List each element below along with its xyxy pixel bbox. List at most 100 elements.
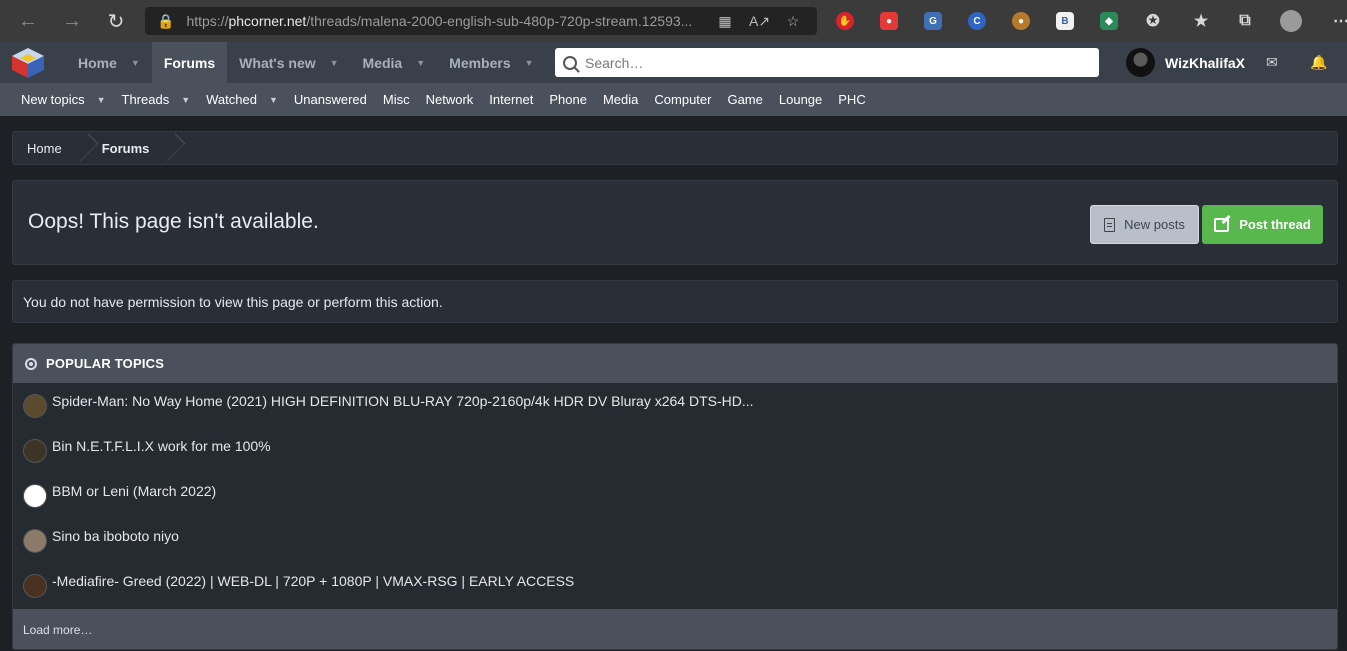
- chevron-down-icon[interactable]: ▼: [416, 58, 425, 68]
- extension-icon[interactable]: ●: [880, 12, 898, 30]
- more-icon[interactable]: ⋯: [1332, 12, 1347, 30]
- sub-nav-item-phc[interactable]: PHC: [830, 92, 873, 107]
- reload-icon[interactable]: ↻: [98, 3, 134, 39]
- site-logo[interactable]: [10, 46, 46, 80]
- nav-item-home[interactable]: Home ▼: [66, 42, 152, 83]
- nav-item-members[interactable]: Members ▼: [437, 42, 545, 83]
- sub-nav-item-new-topics[interactable]: New topics ▼: [13, 92, 114, 107]
- chevron-down-icon[interactable]: ▼: [131, 58, 140, 68]
- chevron-down-icon[interactable]: ▼: [269, 95, 278, 105]
- breadcrumb-home[interactable]: Home: [13, 132, 78, 164]
- sub-nav-item-phone[interactable]: Phone: [541, 92, 595, 107]
- avatar[interactable]: [23, 394, 47, 418]
- search-input[interactable]: [585, 54, 1065, 71]
- back-icon[interactable]: ←: [10, 3, 46, 39]
- sub-nav-item-threads[interactable]: Threads ▼: [114, 92, 199, 107]
- bell-icon[interactable]: 🔔: [1310, 54, 1327, 71]
- chevron-down-icon[interactable]: ▼: [330, 58, 339, 68]
- avatar[interactable]: [23, 439, 47, 463]
- extension-icon[interactable]: ◆: [1100, 12, 1118, 30]
- chevron-down-icon[interactable]: ▼: [525, 58, 534, 68]
- nav-item-media[interactable]: Media ▼: [351, 42, 438, 83]
- topic-title[interactable]: Bin N.E.T.F.L.I.X work for me 100%: [52, 438, 271, 454]
- nav-item-label: Forums: [163, 54, 216, 71]
- sub-nav-item-media[interactable]: Media: [595, 92, 646, 107]
- fire-icon: [25, 357, 37, 370]
- collections-icon[interactable]: ⧉: [1236, 12, 1254, 30]
- sub-nav-item-label: PHC: [838, 92, 866, 107]
- sub-nav-item-label: Internet: [489, 92, 534, 107]
- topic-title[interactable]: -Mediafire- Greed (2022) | WEB-DL | 720P…: [52, 573, 574, 589]
- popular-topics-widget: POPULAR TOPICS Spider-Man: No Way Home (…: [12, 343, 1338, 650]
- sub-nav-item-unanswered[interactable]: Unanswered: [286, 92, 375, 107]
- sub-nav-item-label: Watched: [206, 92, 257, 107]
- topic-title[interactable]: Sino ba iboboto niyo: [52, 528, 179, 544]
- nav-item-label: Media: [362, 54, 403, 71]
- sub-nav-item-game[interactable]: Game: [719, 92, 770, 107]
- list-item[interactable]: Bin N.E.T.F.L.I.X work for me 100%: [13, 428, 1337, 473]
- sub-nav-item-label: Misc: [382, 92, 410, 107]
- site-header: Home ▼ Forums What's new ▼ Media ▼ Members ▼ Wiz…: [0, 42, 1347, 83]
- list-item[interactable]: -Mediafire- Greed (2022) | WEB-DL | 720P…: [13, 563, 1337, 608]
- apps-icon[interactable]: ▦: [715, 13, 735, 30]
- search-bar[interactable]: [555, 48, 1099, 77]
- sub-nav-item-internet[interactable]: Internet: [481, 92, 541, 107]
- new-posts-button[interactable]: New posts: [1090, 205, 1199, 244]
- sub-nav-item-computer[interactable]: Computer: [646, 92, 719, 107]
- chevron-down-icon[interactable]: ▼: [181, 95, 190, 105]
- main-nav: Home ▼ Forums What's new ▼ Media ▼ Members ▼: [66, 42, 546, 83]
- profile-icon[interactable]: [1280, 10, 1302, 32]
- breadcrumb: Home Forums: [12, 131, 1338, 165]
- sub-nav-item-label: Lounge: [778, 92, 823, 107]
- envelope-icon[interactable]: ✉: [1266, 54, 1278, 71]
- sub-nav-item-watched[interactable]: Watched ▼: [198, 92, 286, 107]
- lock-icon: 🔒: [157, 12, 175, 29]
- topic-title[interactable]: Spider-Man: No Way Home (2021) HIGH DEFI…: [52, 393, 754, 409]
- breadcrumb-forums[interactable]: Forums: [88, 132, 166, 164]
- page-content: Home Forums Oops! This page isn't availa…: [0, 116, 1347, 651]
- sub-nav-item-label: Game: [727, 92, 763, 107]
- extension-icon[interactable]: C: [968, 12, 986, 30]
- avatar[interactable]: [23, 529, 47, 553]
- cookie-icon[interactable]: ●: [1012, 12, 1030, 30]
- user-menu[interactable]: WizKhalifaX: [1126, 48, 1245, 77]
- avatar[interactable]: [23, 484, 47, 508]
- list-item[interactable]: BBM or Leni (March 2022): [13, 473, 1337, 518]
- sub-nav-item-label: Unanswered: [293, 92, 367, 107]
- username[interactable]: WizKhalifaX: [1165, 55, 1245, 71]
- post-thread-label: Post thread: [1239, 217, 1311, 232]
- avatar[interactable]: [23, 574, 47, 598]
- popular-topics-header: POPULAR TOPICS: [13, 344, 1337, 383]
- sub-nav: New topics ▼ Threads ▼ Watched ▼ Unanswered Mis…: [0, 83, 1347, 116]
- topic-title[interactable]: BBM or Leni (March 2022): [52, 483, 216, 499]
- sub-nav-item-misc[interactable]: Misc: [375, 92, 418, 107]
- translate-icon[interactable]: G: [924, 12, 942, 30]
- nav-item-label: What's new: [239, 54, 316, 71]
- avatar[interactable]: [1126, 48, 1155, 77]
- list-item[interactable]: Sino ba iboboto niyo: [13, 518, 1337, 563]
- extension-icon[interactable]: B: [1056, 12, 1074, 30]
- sub-nav-item-label: Threads: [121, 92, 170, 107]
- chevron-down-icon[interactable]: ▼: [97, 95, 106, 105]
- favorite-add-icon[interactable]: ☆: [783, 13, 803, 30]
- load-more-button[interactable]: Load more…: [13, 609, 1337, 649]
- list-item[interactable]: Spider-Man: No Way Home (2021) HIGH DEFI…: [13, 383, 1337, 428]
- sub-nav-item-label: Network: [425, 92, 474, 107]
- extensions-puzzle-icon[interactable]: ✪: [1144, 12, 1162, 30]
- read-aloud-icon[interactable]: A↗: [749, 13, 770, 30]
- breadcrumb-separator: [165, 131, 175, 165]
- nav-item-forums[interactable]: Forums: [151, 42, 228, 83]
- new-posts-label: New posts: [1124, 217, 1185, 232]
- url-host: phcorner.net: [228, 13, 307, 29]
- permission-notice: You do not have permission to view this …: [12, 280, 1338, 323]
- popular-topics-heading: POPULAR TOPICS: [46, 356, 165, 371]
- post-thread-button[interactable]: Post thread: [1202, 205, 1323, 244]
- forward-icon[interactable]: →: [54, 3, 90, 39]
- page-title-block: Oops! This page isn't available. New pos…: [12, 180, 1338, 265]
- favorites-icon[interactable]: ★: [1192, 12, 1210, 30]
- topic-list: Spider-Man: No Way Home (2021) HIGH DEFI…: [13, 383, 1337, 608]
- nav-item-what-s-new[interactable]: What's new ▼: [227, 42, 350, 83]
- sub-nav-item-network[interactable]: Network: [418, 92, 482, 107]
- sub-nav-item-lounge[interactable]: Lounge: [771, 92, 830, 107]
- extension-icon[interactable]: ✋: [836, 12, 854, 30]
